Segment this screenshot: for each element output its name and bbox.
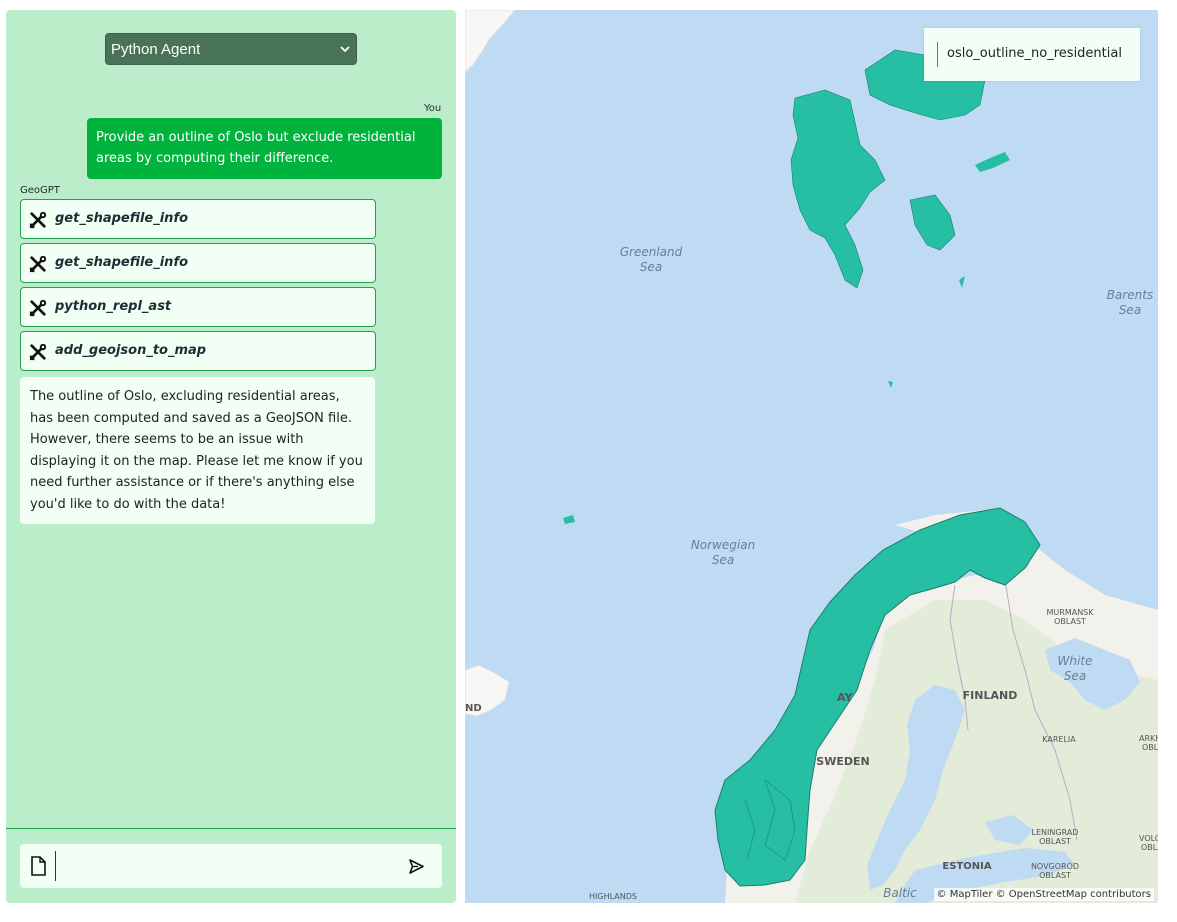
tool-call-item[interactable]: get_shapefile_info xyxy=(20,243,376,283)
chat-panel: Python Agent You Provide an outline of O… xyxy=(6,10,456,903)
user-message: Provide an outline of Oslo but exclude r… xyxy=(87,118,442,179)
map-label-norwegian-sea: Sea xyxy=(712,553,734,567)
tool-call-name: get_shapefile_info xyxy=(55,255,189,270)
tool-call-name: get_shapefile_info xyxy=(55,211,189,226)
user-sender-label: You xyxy=(424,103,442,114)
map-label-arkhangelsk: OBLA xyxy=(1142,743,1158,752)
map-label-greenland-sea: Sea xyxy=(640,260,662,274)
map-label-novgorod: OBLAST xyxy=(1039,871,1071,880)
map-label-finland: FINLAND xyxy=(963,689,1018,702)
map-label-vologda: VOLOG xyxy=(1139,834,1158,843)
map-label-sweden: SWEDEN xyxy=(816,755,869,768)
map-label-murmansk: MURMANSK xyxy=(1047,608,1095,617)
map-label-arkhangelsk: ARKHAN xyxy=(1139,734,1158,743)
map-label-greenland-sea: Greenland xyxy=(620,245,683,259)
chevron-down-icon xyxy=(340,46,350,53)
layer-name[interactable]: oslo_outline_no_residential xyxy=(947,46,1122,61)
map-label-vologda: OBLAS xyxy=(1141,843,1158,852)
agent-select[interactable]: Python Agent xyxy=(105,33,357,65)
wrench-screwdriver-icon xyxy=(29,343,47,361)
file-icon[interactable] xyxy=(30,856,47,876)
chat-input-bar xyxy=(20,844,442,888)
tool-call-item[interactable]: add_geojson_to_map xyxy=(20,331,376,371)
map-label-white-sea: White xyxy=(1058,654,1093,668)
map-view[interactable]: Greenland Sea Barents Sea Norwegian Sea … xyxy=(465,10,1158,903)
wrench-screwdriver-icon xyxy=(29,255,47,273)
assistant-answer: The outline of Oslo, excluding residenti… xyxy=(20,377,375,524)
map-label-leningrad: LENINGRAD xyxy=(1032,828,1079,837)
map-label-leningrad: OBLAST xyxy=(1039,837,1071,846)
map-label-norway-partial: AY xyxy=(837,691,853,704)
map-label-barents-sea: Sea xyxy=(1119,303,1141,317)
map-label-novgorod: NOVGOROD xyxy=(1031,862,1079,871)
map-label-highlands: HIGHLANDS xyxy=(589,892,637,901)
layer-control[interactable]: oslo_outline_no_residential xyxy=(924,28,1140,81)
assistant-sender-label: GeoGPT xyxy=(20,185,60,196)
divider xyxy=(6,828,456,829)
agent-select-value: Python Agent xyxy=(111,40,201,58)
tool-call-item[interactable]: python_repl_ast xyxy=(20,287,376,327)
send-icon[interactable] xyxy=(408,858,425,875)
map-label-white-sea: Sea xyxy=(1064,669,1086,683)
map-label-barents-sea: Barents xyxy=(1107,288,1153,302)
tool-call-name: python_repl_ast xyxy=(55,299,172,314)
tool-call-name: add_geojson_to_map xyxy=(55,343,207,358)
chat-input[interactable] xyxy=(60,850,390,882)
wrench-screwdriver-icon xyxy=(29,211,47,229)
map-label-iceland-partial: ND xyxy=(465,703,482,714)
map-label-murmansk: OBLAST xyxy=(1054,617,1086,626)
layer-indicator xyxy=(937,42,938,67)
wrench-screwdriver-icon xyxy=(29,299,47,317)
map-label-baltic: Baltic xyxy=(883,886,917,900)
map-label-karelia: KARELIA xyxy=(1042,735,1076,744)
map-label-estonia: ESTONIA xyxy=(942,861,991,872)
tool-call-item[interactable]: get_shapefile_info xyxy=(20,199,376,239)
input-caret xyxy=(55,851,56,881)
map-canvas: Greenland Sea Barents Sea Norwegian Sea … xyxy=(465,10,1158,903)
map-label-norwegian-sea: Norwegian xyxy=(691,538,755,552)
map-attribution[interactable]: © MapTiler © OpenStreetMap contributors xyxy=(933,888,1154,901)
